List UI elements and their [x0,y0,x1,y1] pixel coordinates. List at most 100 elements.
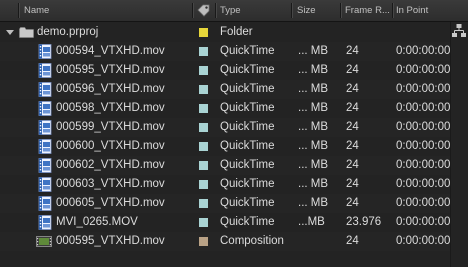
label-color-swatch[interactable] [199,218,208,227]
item-frame-rate: 24 [346,197,359,209]
label-color-swatch[interactable] [199,66,208,75]
label-color-swatch[interactable] [199,47,208,56]
item-type: QuickTime [220,159,275,171]
column-header-bar: Name Type Size Frame R... In Point [0,0,468,22]
column-divider[interactable] [291,3,292,18]
footage-row[interactable]: 000598_VTXHD.mov QuickTime ... MB 24 0:00:00… [0,99,450,118]
column-header-frame-rate[interactable]: Frame R... [345,0,391,21]
footage-row[interactable]: 000599_VTXHD.mov QuickTime ... MB 24 0:00:00… [0,118,450,137]
column-divider[interactable] [192,3,193,18]
column-divider[interactable] [18,3,19,18]
item-name: 000595_VTXHD.mov [56,64,165,76]
quicktime-clip-icon [38,101,52,116]
item-name: 000599_VTXHD.mov [56,121,165,133]
column-header-type[interactable]: Type [220,0,288,21]
item-in-point: 0:00:00:00 [396,159,450,171]
item-name: MVI_0265.MOV [56,216,138,228]
item-size: ... MB [298,64,329,76]
column-divider[interactable] [215,3,216,18]
footage-row[interactable]: 000596_VTXHD.mov QuickTime ... MB 24 0:00:00… [0,80,450,99]
item-type: Composition [220,235,284,247]
label-color-swatch[interactable] [199,180,208,189]
item-in-point: 0:00:00:00 [396,178,450,190]
footage-row[interactable]: 000603_VTXHD.mov QuickTime ... MB 24 0:00:00… [0,175,450,194]
folder-icon [19,27,34,38]
label-color-swatch[interactable] [199,199,208,208]
item-in-point: 0:00:00:00 [396,197,450,209]
item-name: 000596_VTXHD.mov [56,83,165,95]
column-header-label[interactable] [196,0,214,21]
item-frame-rate: 24 [346,140,359,152]
item-type: QuickTime [220,178,275,190]
item-size: ... MB [298,159,329,171]
item-type: QuickTime [220,64,275,76]
quicktime-clip-icon [38,215,52,230]
item-size: ... MB [298,83,329,95]
scroll-strip[interactable] [450,22,468,267]
item-name: 000605_VTXHD.mov [56,197,165,209]
label-color-swatch[interactable] [199,142,208,151]
item-name: 000602_VTXHD.mov [56,159,165,171]
item-frame-rate: 24 [346,178,359,190]
item-type: QuickTime [220,216,275,228]
item-name: 000595_VTXHD.mov [56,235,165,247]
label-color-swatch[interactable] [199,161,208,170]
label-color-swatch[interactable] [199,237,208,246]
folder-row[interactable]: demo.prproj Folder [0,23,450,42]
quicktime-clip-icon [38,139,52,154]
item-frame-rate: 24 [346,235,359,247]
column-divider[interactable] [392,3,393,18]
item-frame-rate: 24 [346,64,359,76]
item-type: QuickTime [220,197,275,209]
item-in-point: 0:00:00:00 [396,45,450,57]
footage-row[interactable]: 000594_VTXHD.mov QuickTime ... MB 24 0:00:00… [0,42,450,61]
footage-row[interactable]: 000605_VTXHD.mov QuickTime ... MB 24 0:00:00… [0,194,450,213]
project-flowchart-icon[interactable] [450,22,468,39]
item-in-point: 0:00:00:00 [396,64,450,76]
column-header-in-point[interactable]: In Point [396,0,450,21]
item-frame-rate: 24 [346,121,359,133]
item-type: QuickTime [220,83,275,95]
label-color-swatch[interactable] [199,104,208,113]
item-frame-rate: 24 [346,102,359,114]
composition-icon [36,236,52,247]
quicktime-clip-icon [38,120,52,135]
item-in-point: 0:00:00:00 [396,83,450,95]
column-header-size[interactable]: Size [297,0,337,21]
footage-row[interactable]: 000602_VTXHD.mov QuickTime ... MB 24 0:00:00… [0,156,450,175]
item-size: ... MB [298,178,329,190]
item-size: ...MB [298,216,325,228]
disclosure-triangle-icon[interactable] [6,30,14,35]
item-type: QuickTime [220,140,275,152]
item-name: demo.prproj [37,26,99,38]
composition-row[interactable]: 000595_VTXHD.mov Composition 24 0:00:00:00 [0,232,450,251]
item-type: QuickTime [220,102,275,114]
footage-row[interactable]: MVI_0265.MOV QuickTime ...MB 23.976 0:00:00:… [0,213,450,232]
item-in-point: 0:00:00:00 [396,140,450,152]
item-type: QuickTime [220,45,275,57]
item-in-point: 0:00:00:00 [396,216,450,228]
item-frame-rate: 24 [346,83,359,95]
label-color-swatch[interactable] [199,123,208,132]
item-size: ... MB [298,197,329,209]
quicktime-clip-icon [38,44,52,59]
item-size: ... MB [298,45,329,57]
item-type: QuickTime [220,121,275,133]
label-color-swatch[interactable] [199,28,208,37]
item-name: 000603_VTXHD.mov [56,178,165,190]
project-panel: Name Type Size Frame R... In Point demo.… [0,0,468,267]
item-frame-rate: 24 [346,159,359,171]
quicktime-clip-icon [38,63,52,78]
item-type: Folder [220,26,253,38]
item-in-point: 0:00:00:00 [396,235,450,247]
item-size: ... MB [298,140,329,152]
footage-row[interactable]: 000595_VTXHD.mov QuickTime ... MB 24 0:00:00… [0,61,450,80]
column-divider[interactable] [340,3,341,18]
label-color-swatch[interactable] [199,85,208,94]
label-tag-icon [197,4,210,17]
item-name: 000600_VTXHD.mov [56,140,165,152]
quicktime-clip-icon [38,82,52,97]
footage-row[interactable]: 000600_VTXHD.mov QuickTime ... MB 24 0:00:00… [0,137,450,156]
column-header-name[interactable]: Name [24,0,184,21]
item-frame-rate: 23.976 [346,216,382,228]
